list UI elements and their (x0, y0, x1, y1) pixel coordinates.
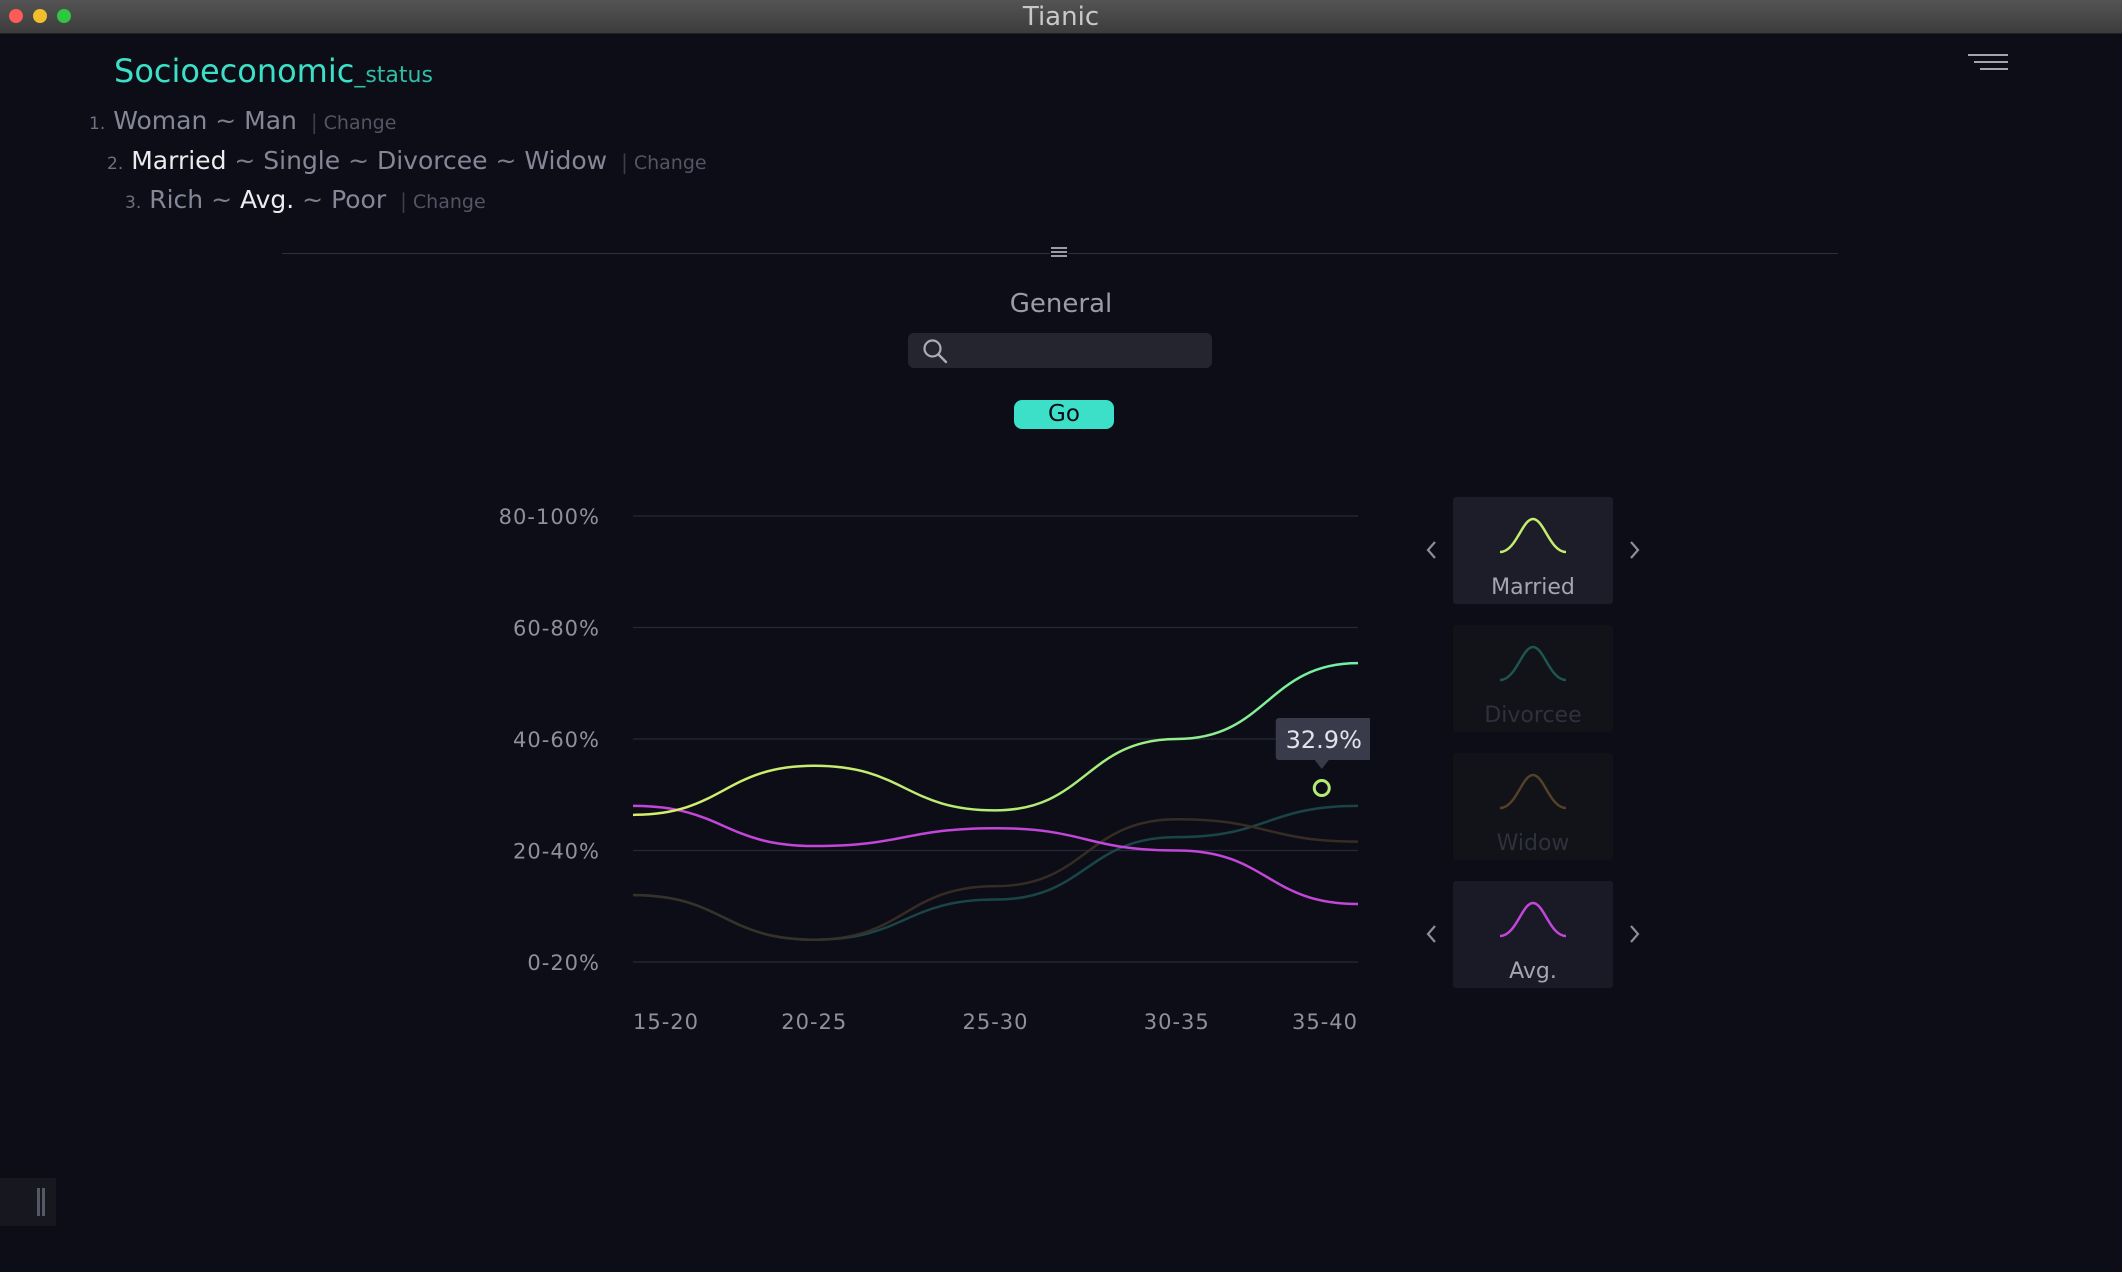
option-poor[interactable]: Poor (331, 185, 386, 214)
option-number: 2. (107, 154, 124, 174)
x-tick-label: 35-40 (1292, 1010, 1358, 1034)
option-widow[interactable]: Widow (524, 146, 607, 175)
line-chart: 0-20% 20-40% 40-60% 60-80% 80-100% 15-20 20-2… (499, 505, 1370, 1034)
page-title-main: Socioeconomic (114, 52, 355, 90)
x-tick-label: 30-35 (1144, 1010, 1210, 1034)
search-box[interactable] (908, 333, 1212, 370)
legend-prev-icon[interactable] (1423, 538, 1441, 562)
option-single[interactable]: Single (263, 146, 340, 175)
y-tick-label: 60-80% (513, 617, 600, 641)
legend-next-icon[interactable] (1625, 538, 1643, 562)
tooltip-label: 32.9% (1286, 726, 1362, 754)
y-tick-label: 80-100% (499, 505, 600, 529)
page-title: Socioeconomic_status (114, 52, 433, 90)
option-woman[interactable]: Woman (113, 106, 207, 135)
legend-next-icon[interactable] (1625, 922, 1643, 946)
change-link[interactable]: Change (324, 112, 397, 134)
option-rich[interactable]: Rich (149, 185, 203, 214)
window-titlebar: Tianic (0, 0, 2122, 34)
sidebar-toggle-handle[interactable] (0, 1178, 56, 1226)
window-title: Tianic (1022, 2, 1100, 32)
option-number: 1. (89, 114, 106, 134)
change-link[interactable]: Change (413, 191, 486, 213)
legend-label: Widow (1496, 831, 1570, 856)
section-title: General (1009, 289, 1113, 319)
option-man[interactable]: Man (244, 106, 297, 135)
drag-handle-icon[interactable] (1050, 245, 1068, 261)
x-tick-label: 15-20 (633, 1010, 699, 1034)
curve-icon (1499, 645, 1567, 682)
go-button[interactable]: Go (1014, 400, 1114, 429)
option-row-wealth: 3. Rich ~ Avg. ~ Poor | Change (125, 185, 486, 214)
option-divorcee[interactable]: Divorcee (377, 146, 488, 175)
series-line-widow (632, 818, 1359, 941)
legend-chip-married[interactable]: Married (1453, 497, 1613, 604)
option-avg[interactable]: Avg. (240, 185, 294, 214)
curve-icon (1499, 773, 1567, 810)
search-icon (923, 339, 948, 364)
search-input[interactable] (954, 333, 1208, 370)
legend-prev-icon[interactable] (1423, 922, 1441, 946)
tooltip-point-marker (1312, 779, 1331, 798)
y-tick-label: 40-60% (513, 728, 600, 752)
option-row-gender: 1. Woman ~ Man | Change (89, 106, 397, 135)
option-row-marital: 2. Married ~ Single ~ Divorcee ~ Widow | Ch… (107, 146, 707, 175)
x-tick-label: 25-30 (962, 1010, 1028, 1034)
legend-label: Avg. (1509, 959, 1557, 984)
y-tick-label: 20-40% (513, 840, 600, 864)
option-number: 3. (125, 193, 142, 213)
legend-label: Divorcee (1484, 703, 1582, 728)
option-married[interactable]: Married (131, 146, 226, 175)
menu-icon[interactable] (1968, 52, 2012, 74)
x-tick-label: 20-25 (781, 1010, 847, 1034)
y-tick-label: 0-20% (527, 951, 600, 975)
change-link[interactable]: Change (634, 152, 707, 174)
legend-chip-avg[interactable]: Avg. (1453, 881, 1613, 988)
legend-chip-divorcee[interactable]: Divorcee (1453, 625, 1613, 732)
tooltip-pointer (1314, 760, 1329, 770)
series-line-avg (632, 804, 1359, 906)
curve-icon (1499, 517, 1567, 554)
legend-chip-widow[interactable]: Widow (1453, 753, 1613, 860)
page-title-sub: _status (354, 63, 433, 88)
legend-label: Married (1491, 575, 1575, 600)
curve-icon (1499, 901, 1567, 938)
